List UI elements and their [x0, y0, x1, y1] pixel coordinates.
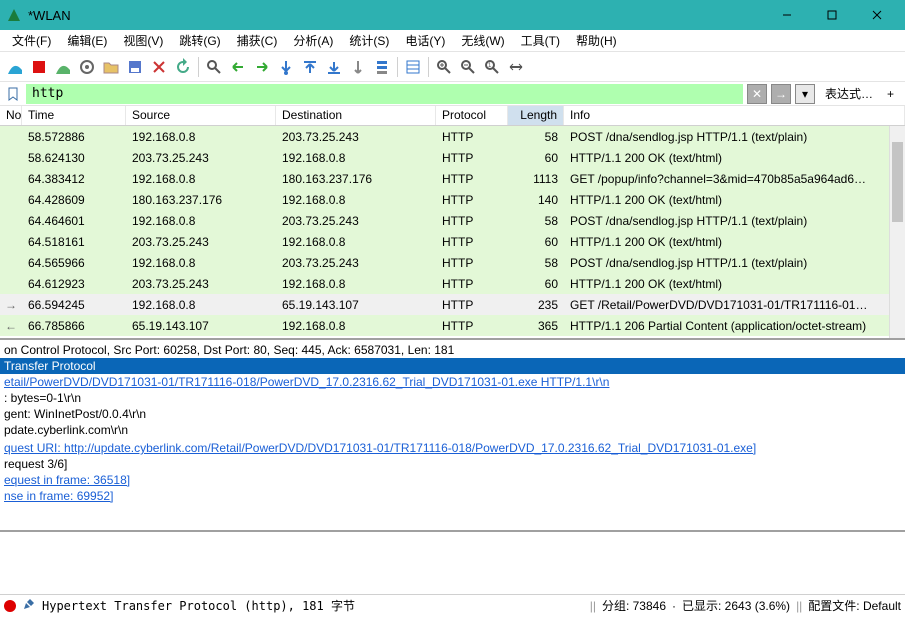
status-profile[interactable]: 配置文件: Default — [808, 597, 901, 614]
autoscroll-live-icon[interactable] — [371, 56, 393, 78]
detail-line[interactable]: etail/PowerDVD/DVD171031-01/TR171116-018… — [0, 374, 905, 390]
open-icon[interactable] — [100, 56, 122, 78]
autoscroll-icon[interactable] — [347, 56, 369, 78]
status-packets: 分组: 73846 — [602, 597, 666, 614]
packet-list-body[interactable]: 58.572886192.168.0.8203.73.25.243HTTP58P… — [0, 126, 905, 338]
packet-row[interactable]: 58.624130203.73.25.243192.168.0.8HTTP60H… — [0, 147, 905, 168]
columns-icon[interactable] — [402, 56, 424, 78]
packet-row[interactable]: 64.428609180.163.237.176192.168.0.8HTTP1… — [0, 189, 905, 210]
close-icon[interactable] — [148, 56, 170, 78]
next-icon[interactable] — [251, 56, 273, 78]
window-title: *WLAN — [28, 8, 764, 23]
detail-line[interactable]: pdate.cyberlink.com\r\n — [0, 422, 905, 438]
display-filter-input[interactable] — [26, 84, 743, 104]
menubar: 文件(F)编辑(E)视图(V)跳转(G)捕获(C)分析(A)统计(S)电话(Y)… — [0, 30, 905, 52]
zoom-out-icon[interactable] — [457, 56, 479, 78]
add-filter-button[interactable]: + — [883, 87, 901, 101]
menu-item-6[interactable]: 统计(S) — [341, 30, 397, 51]
app-icon — [6, 7, 22, 23]
packet-row[interactable]: 64.565966192.168.0.8203.73.25.243HTTP58P… — [0, 252, 905, 273]
menu-item-10[interactable]: 帮助(H) — [568, 30, 625, 51]
column-header-source[interactable]: Source — [126, 106, 276, 125]
column-header-destination[interactable]: Destination — [276, 106, 436, 125]
column-header-info[interactable]: Info — [564, 106, 905, 125]
detail-line[interactable]: equest in frame: 36518] — [0, 472, 905, 488]
clear-filter-button[interactable]: ✕ — [747, 84, 767, 104]
detail-line[interactable]: nse in frame: 69952] — [0, 488, 905, 504]
packet-row[interactable]: 64.383412192.168.0.8180.163.237.176HTTP1… — [0, 168, 905, 189]
menu-item-8[interactable]: 无线(W) — [453, 30, 512, 51]
prev-icon[interactable] — [227, 56, 249, 78]
edit-icon[interactable] — [22, 597, 36, 614]
main-toolbar: 1 — [0, 52, 905, 82]
apply-filter-button[interactable]: → — [771, 84, 791, 104]
stop-icon[interactable] — [28, 56, 50, 78]
menu-item-2[interactable]: 视图(V) — [115, 30, 171, 51]
bottom-icon[interactable] — [323, 56, 345, 78]
column-header-length[interactable]: Length — [508, 106, 564, 125]
expert-info-icon[interactable] — [4, 600, 16, 612]
scrollbar[interactable] — [889, 126, 905, 338]
packet-row[interactable]: 58.572886192.168.0.8203.73.25.243HTTP58P… — [0, 126, 905, 147]
expression-button[interactable]: 表达式… — [819, 85, 879, 102]
detail-line[interactable]: Transfer Protocol — [0, 358, 905, 374]
shark-fin-icon[interactable] — [4, 56, 26, 78]
packet-bytes-pane[interactable] — [0, 532, 905, 594]
status-displayed: 已显示: 2643 (3.6%) — [682, 597, 790, 614]
menu-item-3[interactable]: 跳转(G) — [171, 30, 228, 51]
restart-icon[interactable] — [52, 56, 74, 78]
column-header-protocol[interactable]: Protocol — [436, 106, 508, 125]
menu-item-4[interactable]: 捕获(C) — [229, 30, 286, 51]
window-buttons — [764, 0, 899, 30]
menu-item-5[interactable]: 分析(A) — [285, 30, 341, 51]
packet-row[interactable]: ←66.78586665.19.143.107192.168.0.8HTTP36… — [0, 315, 905, 336]
menu-item-9[interactable]: 工具(T) — [513, 30, 568, 51]
toolbar-separator — [198, 57, 199, 77]
close-button[interactable] — [854, 0, 899, 30]
reload-icon[interactable] — [172, 56, 194, 78]
filter-history-button[interactable]: ▾ — [795, 84, 815, 104]
minimize-button[interactable] — [764, 0, 809, 30]
titlebar: *WLAN — [0, 0, 905, 30]
packet-row[interactable]: 64.464601192.168.0.8203.73.25.243HTTP58P… — [0, 210, 905, 231]
column-header-no[interactable]: No. — [0, 106, 22, 125]
menu-item-7[interactable]: 电话(Y) — [397, 30, 453, 51]
detail-line[interactable]: on Control Protocol, Src Port: 60258, Ds… — [0, 342, 905, 358]
save-icon[interactable] — [124, 56, 146, 78]
column-header-time[interactable]: Time — [22, 106, 126, 125]
status-left: Hypertext Transfer Protocol (http), 181 … — [42, 597, 584, 614]
packet-row[interactable]: 64.612923203.73.25.243192.168.0.8HTTP60H… — [0, 273, 905, 294]
resize-cols-icon[interactable] — [505, 56, 527, 78]
detail-line[interactable]: quest URI: http://update.cyberlink.com/R… — [0, 440, 905, 456]
statusbar: Hypertext Transfer Protocol (http), 181 … — [0, 594, 905, 616]
packet-row[interactable]: →66.594245192.168.0.865.19.143.107HTTP23… — [0, 294, 905, 315]
filter-bar: ✕ → ▾ 表达式… + — [0, 82, 905, 106]
detail-line[interactable]: : bytes=0-1\r\n — [0, 390, 905, 406]
packet-list-pane: No.TimeSourceDestinationProtocolLengthIn… — [0, 106, 905, 340]
toolbar-separator — [428, 57, 429, 77]
zoom-reset-icon[interactable]: 1 — [481, 56, 503, 78]
maximize-button[interactable] — [809, 0, 854, 30]
packet-row[interactable]: 64.518161203.73.25.243192.168.0.8HTTP60H… — [0, 231, 905, 252]
packet-list-header: No.TimeSourceDestinationProtocolLengthIn… — [0, 106, 905, 126]
bookmark-icon[interactable] — [4, 85, 22, 103]
zoom-in-icon[interactable] — [433, 56, 455, 78]
menu-item-1[interactable]: 编辑(E) — [59, 30, 115, 51]
find-icon[interactable] — [203, 56, 225, 78]
menu-item-0[interactable]: 文件(F) — [4, 30, 59, 51]
options-icon[interactable] — [76, 56, 98, 78]
top-icon[interactable] — [299, 56, 321, 78]
jump-icon[interactable] — [275, 56, 297, 78]
detail-line[interactable]: request 3/6] — [0, 456, 905, 472]
detail-line[interactable]: gent: WinInetPost/0.0.4\r\n — [0, 406, 905, 422]
toolbar-separator — [397, 57, 398, 77]
packet-details-pane[interactable]: on Control Protocol, Src Port: 60258, Ds… — [0, 340, 905, 532]
